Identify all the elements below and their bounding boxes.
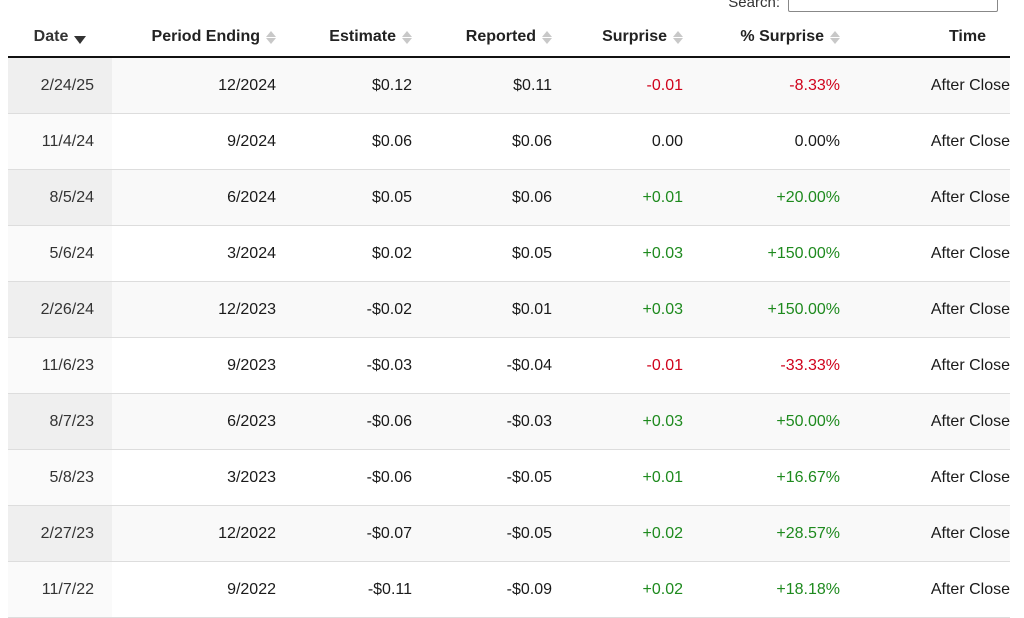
cell-time: After Close xyxy=(858,57,1010,114)
column-header-time: Time xyxy=(858,18,1010,58)
table-row: 2/26/24 12/2023 -$0.02 $0.01 +0.03 +150.00% Af… xyxy=(8,281,1010,338)
cell-estimate: $0.05 xyxy=(294,169,430,226)
cell-period-ending: 3/2023 xyxy=(112,449,294,506)
cell-date: 5/6/24 xyxy=(8,225,112,282)
cell-date: 2/27/23 xyxy=(8,505,112,562)
cell-period-ending: 3/2024 xyxy=(112,225,294,282)
sort-icon xyxy=(673,30,683,44)
column-header-date[interactable]: Date xyxy=(8,18,112,58)
cell-date: 5/8/23 xyxy=(8,449,112,506)
cell-surprise: +0.02 xyxy=(570,561,701,618)
cell-surprise: +0.01 xyxy=(570,449,701,506)
cell-reported: -$0.09 xyxy=(430,561,570,618)
cell-date: 11/4/24 xyxy=(8,113,112,170)
cell-estimate: $0.02 xyxy=(294,225,430,282)
sort-icon xyxy=(830,30,840,44)
cell-period-ending: 12/2023 xyxy=(112,281,294,338)
cell-time: After Close xyxy=(858,169,1010,226)
sort-icon xyxy=(266,30,276,44)
cell-pct-surprise: 0.00% xyxy=(701,113,858,170)
table-row: 11/4/24 9/2024 $0.06 $0.06 0.00 0.00% After Cl… xyxy=(8,113,1010,170)
cell-date: 11/6/23 xyxy=(8,337,112,394)
table-row: 11/7/22 9/2022 -$0.11 -$0.09 +0.02 +18.18% Aft… xyxy=(8,561,1010,618)
sort-descending-icon xyxy=(74,35,87,44)
cell-pct-surprise: +50.00% xyxy=(701,393,858,450)
cell-time: After Close xyxy=(858,561,1010,618)
cell-date: 2/26/24 xyxy=(8,281,112,338)
cell-time: After Close xyxy=(858,393,1010,450)
cell-time: After Close xyxy=(858,505,1010,562)
cell-reported: $0.06 xyxy=(430,113,570,170)
cell-estimate: -$0.06 xyxy=(294,449,430,506)
column-header-surprise[interactable]: Surprise xyxy=(570,18,701,58)
cell-pct-surprise: +150.00% xyxy=(701,225,858,282)
table-row: 8/5/24 6/2024 $0.05 $0.06 +0.01 +20.00% After … xyxy=(8,169,1010,226)
cell-surprise: +0.03 xyxy=(570,225,701,282)
cell-reported: -$0.05 xyxy=(430,449,570,506)
cell-surprise: +0.01 xyxy=(570,169,701,226)
table-row: 2/24/25 12/2024 $0.12 $0.11 -0.01 -8.33% After… xyxy=(8,57,1010,114)
cell-reported: $0.11 xyxy=(430,57,570,114)
cell-period-ending: 12/2022 xyxy=(112,505,294,562)
cell-pct-surprise: +16.67% xyxy=(701,449,858,506)
cell-pct-surprise: +20.00% xyxy=(701,169,858,226)
cell-estimate: -$0.06 xyxy=(294,393,430,450)
cell-period-ending: 12/2024 xyxy=(112,57,294,114)
cell-estimate: $0.12 xyxy=(294,57,430,114)
table-row: 5/6/24 3/2024 $0.02 $0.05 +0.03 +150.00% After… xyxy=(8,225,1010,282)
cell-estimate: -$0.07 xyxy=(294,505,430,562)
cell-pct-surprise: -8.33% xyxy=(701,57,858,114)
cell-period-ending: 9/2023 xyxy=(112,337,294,394)
cell-time: After Close xyxy=(858,449,1010,506)
cell-estimate: -$0.11 xyxy=(294,561,430,618)
cell-time: After Close xyxy=(858,225,1010,282)
search-label: Search: xyxy=(728,0,780,11)
cell-time: After Close xyxy=(858,337,1010,394)
cell-reported: $0.05 xyxy=(430,225,570,282)
cell-pct-surprise: +28.57% xyxy=(701,505,858,562)
cell-reported: $0.01 xyxy=(430,281,570,338)
cell-time: After Close xyxy=(858,113,1010,170)
cell-period-ending: 6/2023 xyxy=(112,393,294,450)
search-input[interactable] xyxy=(788,0,998,12)
sort-icon xyxy=(402,30,412,44)
cell-date: 8/7/23 xyxy=(8,393,112,450)
table-row: 8/7/23 6/2023 -$0.06 -$0.03 +0.03 +50.00% Afte… xyxy=(8,393,1010,450)
column-header-pct-surprise[interactable]: % Surprise xyxy=(701,18,858,58)
cell-surprise: +0.02 xyxy=(570,505,701,562)
cell-surprise: +0.03 xyxy=(570,393,701,450)
cell-surprise: +0.03 xyxy=(570,281,701,338)
cell-period-ending: 9/2024 xyxy=(112,113,294,170)
column-header-period-ending[interactable]: Period Ending xyxy=(112,18,294,58)
table-row: 2/27/23 12/2022 -$0.07 -$0.05 +0.02 +28.57% Af… xyxy=(8,505,1010,562)
column-header-estimate[interactable]: Estimate xyxy=(294,18,430,58)
table-header-row: Date Period Ending Estimate Reported Sur… xyxy=(8,18,1010,58)
cell-estimate: $0.06 xyxy=(294,113,430,170)
cell-date: 11/7/22 xyxy=(8,561,112,618)
cell-period-ending: 9/2022 xyxy=(112,561,294,618)
cell-pct-surprise: +18.18% xyxy=(701,561,858,618)
cell-estimate: -$0.02 xyxy=(294,281,430,338)
cell-surprise: 0.00 xyxy=(570,113,701,170)
cell-estimate: -$0.03 xyxy=(294,337,430,394)
cell-reported: -$0.03 xyxy=(430,393,570,450)
cell-pct-surprise: -33.33% xyxy=(701,337,858,394)
cell-date: 8/5/24 xyxy=(8,169,112,226)
cell-time: After Close xyxy=(858,281,1010,338)
cell-pct-surprise: +150.00% xyxy=(701,281,858,338)
search-bar: Search: xyxy=(728,0,998,12)
cell-surprise: -0.01 xyxy=(570,57,701,114)
column-header-reported[interactable]: Reported xyxy=(430,18,570,58)
cell-reported: -$0.04 xyxy=(430,337,570,394)
table-row: 11/6/23 9/2023 -$0.03 -$0.04 -0.01 -33.33% Aft… xyxy=(8,337,1010,394)
earnings-table: Date Period Ending Estimate Reported Sur… xyxy=(8,18,1010,618)
cell-date: 2/24/25 xyxy=(8,57,112,114)
cell-surprise: -0.01 xyxy=(570,337,701,394)
cell-reported: -$0.05 xyxy=(430,505,570,562)
cell-period-ending: 6/2024 xyxy=(112,169,294,226)
sort-icon xyxy=(542,30,552,44)
table-row: 5/8/23 3/2023 -$0.06 -$0.05 +0.01 +16.67% Afte… xyxy=(8,449,1010,506)
cell-reported: $0.06 xyxy=(430,169,570,226)
